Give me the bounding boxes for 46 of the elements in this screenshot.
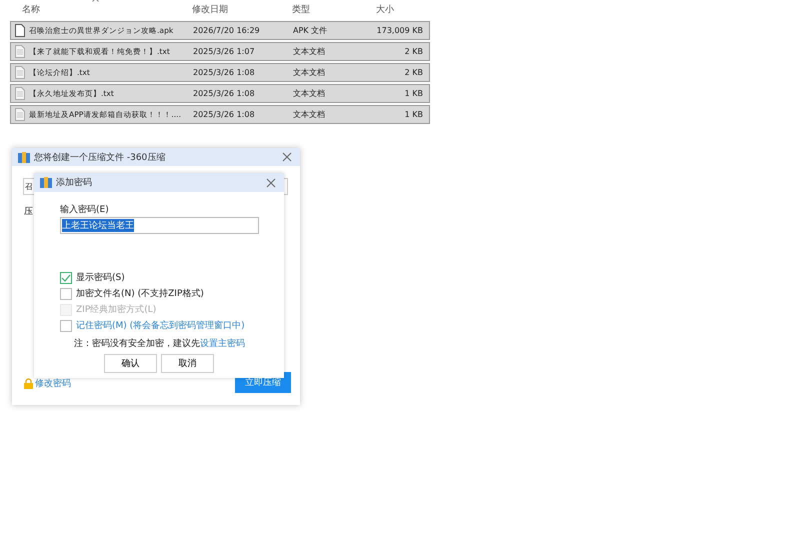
file-icon [15,24,25,37]
text-file-icon [15,108,25,121]
column-header[interactable]: 名称 [22,3,40,16]
file-type: 文本文档 [293,88,326,99]
option-label: ZIP经典加密方式(L) [76,304,156,316]
file-type: 文本文档 [293,46,326,57]
field-label: 压 [24,206,33,218]
file-type: APK 文件 [293,25,328,36]
file-size: 2 KB [404,47,424,56]
close-icon[interactable] [266,178,276,188]
change-password-link[interactable]: 修改密码 [35,377,71,390]
file-date: 2025/3/26 1:08 [193,89,256,98]
column-header[interactable]: 大小 [376,5,394,15]
file-size: 1 KB [404,89,424,98]
option-label: 加密文件名(N) (不支持ZIP格式) [76,288,204,300]
archive-icon [18,152,30,162]
set-master-password-link[interactable]: 设置主密码 [200,339,245,349]
dialog-button[interactable]: 取消 [161,354,214,373]
file-type: 文本文档 [293,67,326,78]
note-text: 注：密码没有安全加密，建议先 [74,339,200,349]
file-size: 2 KB [404,68,424,77]
file-date: 2025/3/26 1:08 [193,110,256,119]
checkbox[interactable] [60,288,72,300]
file-date: 2026/7/20 16:29 [193,26,261,35]
text-file-icon [15,87,25,100]
option-label: 显示密码(S) [76,272,125,284]
file-size: 1 KB [404,110,424,119]
lock-icon [24,378,33,389]
checkbox[interactable] [60,272,72,284]
input-label: 输入密码(E) [60,204,110,216]
text-file-icon [15,66,25,79]
file-type: 文本文档 [293,109,326,120]
archive-icon [40,177,52,188]
close-icon[interactable] [282,152,292,162]
option-label: 记住密码(M) (将会备忘到密码管理窗口中) [76,319,245,332]
column-header[interactable]: 修改日期 [192,5,228,15]
column-header[interactable]: 类型 [292,5,310,15]
window-title: 您将创建一个压缩文件 -360压缩 [34,152,166,164]
file-date: 2025/3/26 1:08 [193,68,256,77]
dialog-button[interactable]: 确认 [104,354,157,373]
file-date: 2025/3/26 1:07 [193,47,256,56]
checkbox[interactable] [60,320,72,332]
dialog-title: 添加密码 [56,176,93,189]
file-size: 173,009 KB [376,26,424,35]
text-file-icon [15,45,25,58]
password-field[interactable]: 上老王论坛当老王 [60,217,259,234]
